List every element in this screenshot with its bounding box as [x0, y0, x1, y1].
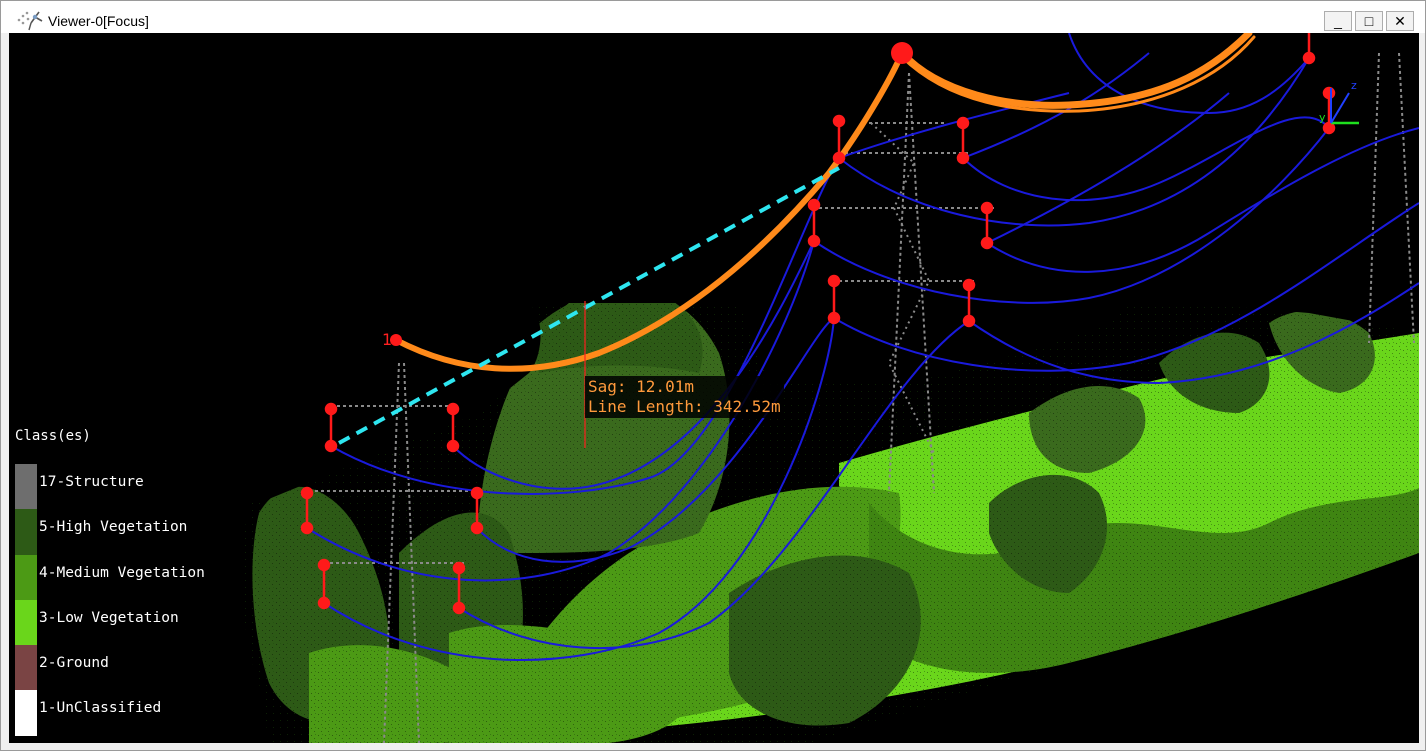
- legend-label: 5-High Vegetation: [39, 519, 188, 536]
- measurement-box: Sag: 12.01m Line Length: 342.52m: [585, 376, 784, 418]
- axis-y-label: y: [1319, 111, 1326, 124]
- legend-label: 4-Medium Vegetation: [39, 564, 205, 581]
- window-title: Viewer-0[Focus]: [48, 13, 149, 29]
- maximize-button[interactable]: □: [1355, 11, 1383, 31]
- legend-swatch: [15, 645, 37, 691]
- legend-label: 1-UnClassified: [39, 700, 162, 717]
- selected-endpoint[interactable]: [891, 42, 913, 64]
- legend-label: 17-Structure: [39, 474, 144, 490]
- viewer-app-icon: [13, 9, 43, 31]
- minimize-button[interactable]: _: [1324, 11, 1352, 31]
- point-label: 1: [382, 330, 393, 349]
- legend-swatch: [15, 509, 37, 555]
- minimize-icon: _: [1334, 13, 1342, 29]
- legend-swatch: [15, 599, 37, 646]
- maximize-icon: □: [1364, 13, 1374, 29]
- legend-swatch: [15, 554, 37, 600]
- legend-label: 2-Ground: [39, 655, 109, 672]
- legend-swatch: [15, 690, 37, 736]
- legend-swatch: [15, 464, 37, 510]
- viewer-window: Viewer-0[Focus] _ □ ✕ z y 1 Sag: 12.01m …: [0, 0, 1426, 751]
- line-length-readout: Line Length: 342.52m: [588, 397, 781, 416]
- close-icon: ✕: [1394, 12, 1406, 29]
- point-cloud-viewport[interactable]: z y 1 Sag: 12.01m Line Length: 342.52m C…: [9, 33, 1419, 743]
- legend-title: Class(es): [15, 428, 91, 444]
- legend-label: 3-Low Vegetation: [39, 609, 179, 626]
- title-bar: Viewer-0[Focus] _ □ ✕: [1, 1, 1425, 33]
- close-button[interactable]: ✕: [1386, 11, 1414, 31]
- axis-z-label: z: [1351, 79, 1357, 92]
- sag-readout: Sag: 12.01m: [588, 377, 694, 396]
